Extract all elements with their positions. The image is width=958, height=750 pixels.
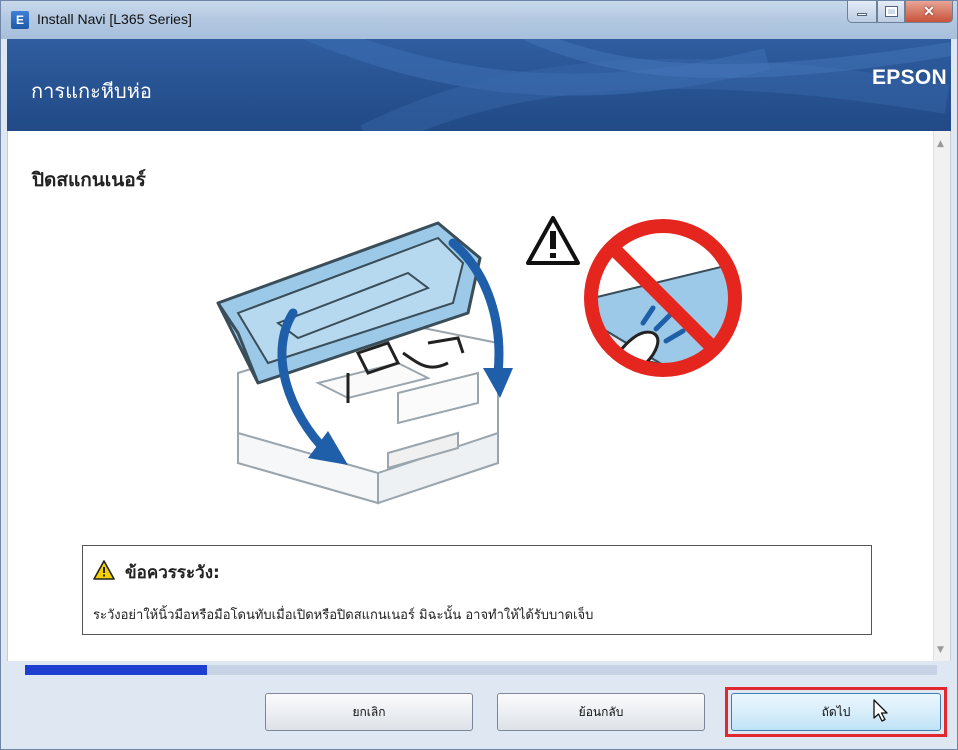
back-button[interactable]: ย้อนกลับ: [497, 693, 705, 731]
scroll-up-icon[interactable]: ▲: [937, 139, 944, 149]
caution-icon: [93, 560, 115, 580]
close-icon: ✕: [923, 3, 935, 19]
close-scanner-illustration: [216, 216, 742, 505]
window-title: Install Navi [L365 Series]: [37, 11, 192, 27]
minimize-icon: [857, 13, 867, 16]
window-controls: ✕: [847, 1, 953, 25]
warning-triangle-icon: [526, 216, 580, 265]
caution-text: ระวังอย่าให้นิ้วมือหรือมือโดนทับเมื่อเปิ…: [93, 608, 594, 623]
next-button[interactable]: ถัดไป: [731, 693, 941, 731]
title-bar[interactable]: E Install Navi [L365 Series] ✕: [1, 1, 957, 39]
button-footer: ยกเลิก ย้อนกลับ ถัดไป: [7, 677, 951, 749]
app-icon: E: [11, 11, 29, 29]
scroll-down-icon[interactable]: ▼: [937, 645, 944, 655]
maximize-icon: [884, 6, 898, 17]
caution-box: ข้อควรระวัง: ระวังอย่าให้นิ้วมือหรือมือโ…: [82, 545, 872, 635]
close-button[interactable]: ✕: [905, 1, 953, 23]
install-progress-fill: [25, 665, 208, 675]
vertical-scrollbar[interactable]: ▲ ▼: [933, 131, 950, 661]
content-pane: ปิดสแกนเนอร์ ข้อควรระวัง: ระวังอย่าให้นิ…: [7, 131, 951, 661]
page-title: การแกะหีบห่อ: [31, 79, 152, 103]
minimize-button[interactable]: [847, 1, 877, 23]
install-progress-bar: [25, 665, 937, 675]
header-banner: การแกะหีบห่อ EPSON: [7, 39, 951, 131]
maximize-button[interactable]: [877, 1, 905, 23]
epson-logo: EPSON: [871, 66, 947, 89]
no-pinch-prohibition-icon: [584, 219, 742, 377]
mouse-cursor-icon: [873, 699, 888, 722]
installer-window: E Install Navi [L365 Series] ✕ การแกะหีบ…: [0, 0, 958, 750]
cancel-button[interactable]: ยกเลิก: [265, 693, 473, 731]
step-heading: ปิดสแกนเนอร์: [32, 169, 146, 191]
caution-title: ข้อควรระวัง:: [125, 563, 220, 583]
